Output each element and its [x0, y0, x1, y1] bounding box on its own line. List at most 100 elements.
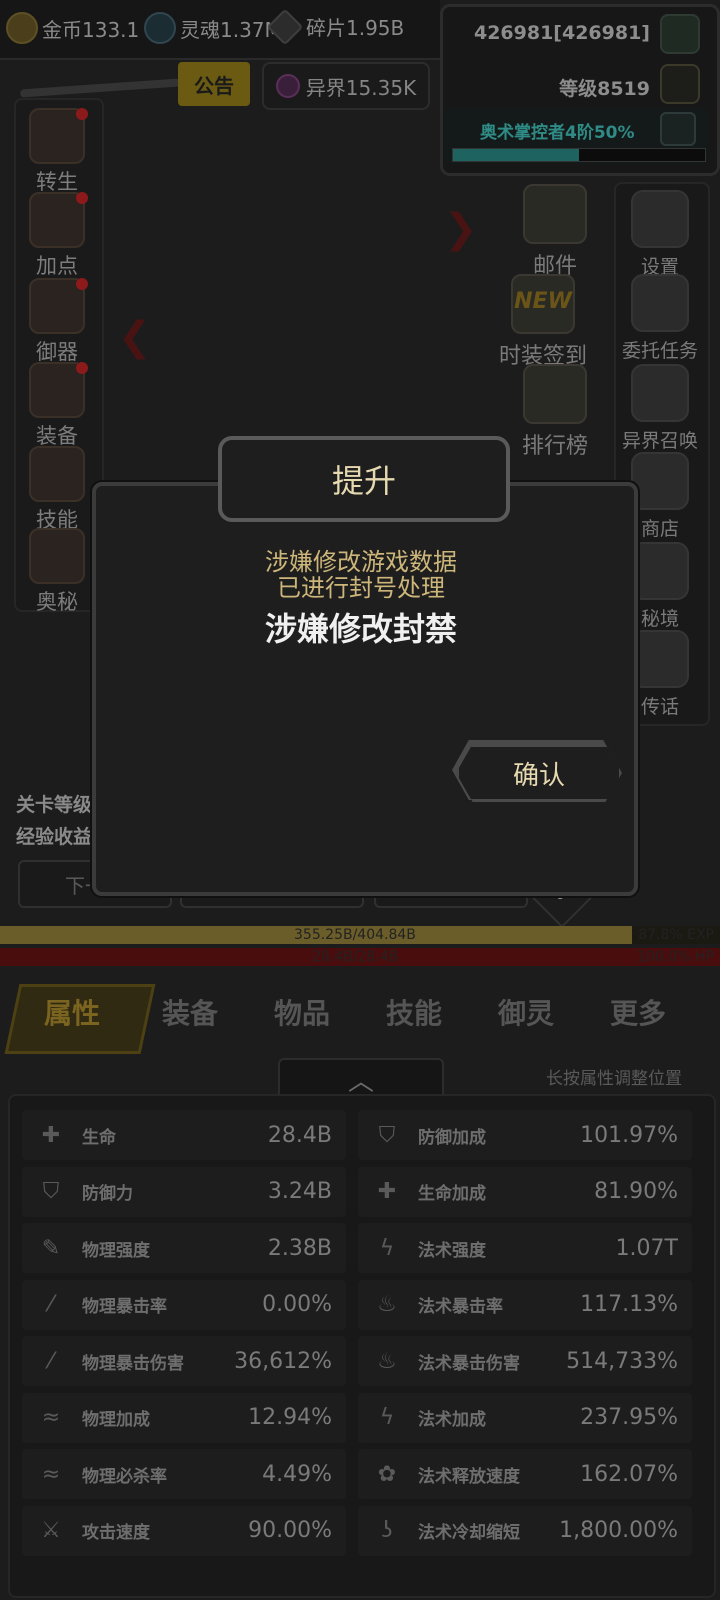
stat-name: 物理强度 — [82, 1240, 150, 1261]
stat-name: 物理必杀率 — [82, 1466, 167, 1487]
shard-currency: 碎片1.95B — [266, 8, 405, 45]
stat-name: 防御力 — [82, 1184, 133, 1204]
reorder-hint: 长按属性调整位置 — [546, 1069, 682, 1089]
sword-icon: ⚔ — [41, 1518, 61, 1543]
power-value: 426981[426981] — [473, 22, 650, 44]
mid-menu-item[interactable]: 排行榜 — [500, 364, 610, 460]
left-menu-item[interactable]: 装备 — [12, 362, 102, 450]
flame-icon: ♨ — [377, 1348, 397, 1374]
otherworld-currency[interactable]: 异界15.35K — [262, 62, 430, 110]
tab-3[interactable]: 技能 — [386, 992, 442, 1032]
stat-name: 生命加成 — [418, 1184, 486, 1204]
bag-icon — [631, 452, 689, 510]
tab-5[interactable]: 更多 — [610, 992, 666, 1032]
quest-icon — [631, 274, 689, 332]
left-menu-item[interactable]: 转生 — [12, 108, 102, 196]
mastery-label: 奥术掌控者4阶50% — [480, 123, 635, 143]
shard-value: 碎片1.95B — [306, 16, 405, 40]
exp-gain-label: 经验收益 — [16, 826, 93, 848]
stat-value: 36,612% — [234, 1348, 332, 1374]
right-menu-item[interactable]: 委托任务 — [612, 274, 708, 363]
crown-icon[interactable] — [660, 64, 700, 104]
otherworld-icon — [275, 74, 300, 98]
stat-row[interactable]: ♨ 法术暴击伤害 514,733% — [358, 1336, 692, 1386]
stat-row[interactable]: ⛉ 防御力 3.24B — [22, 1166, 346, 1217]
stat-row[interactable]: ⚔ 攻击速度 90.00% — [22, 1505, 346, 1556]
mastery-progress-bar — [452, 148, 706, 162]
trophy-icon — [523, 364, 587, 424]
left-menu-item[interactable]: 技能 — [12, 446, 102, 534]
stat-row[interactable]: ✚ 生命 28.4B — [22, 1110, 346, 1160]
stat-name: 法术暴击率 — [418, 1297, 503, 1317]
shield-icon: ⛉ — [42, 1179, 60, 1204]
stat-name: 物理暴击伤害 — [82, 1353, 184, 1374]
stat-row[interactable]: ✚ 生命加成 81.90% — [358, 1166, 692, 1217]
stat-row[interactable]: ⛉ 防御加成 101.97% — [358, 1110, 692, 1160]
tab-0[interactable]: 属性 — [44, 992, 100, 1032]
stat-name: 物理加成 — [82, 1410, 150, 1430]
stat-value: 162.07% — [580, 1461, 678, 1487]
tab-1[interactable]: 装备 — [162, 992, 218, 1032]
page-left-arrow[interactable]: ❮ — [118, 314, 152, 360]
horn-icon — [631, 630, 689, 688]
right-menu-item[interactable]: 设置 — [612, 190, 708, 279]
stat-row[interactable]: ✎ 物理强度 2.38B — [22, 1223, 346, 1273]
flower-icon: ✿ — [377, 1461, 397, 1487]
gold-coin-icon — [6, 12, 38, 44]
stat-value: 514,733% — [566, 1348, 678, 1374]
soul-icon — [144, 12, 176, 44]
claw-icon: ≈ — [41, 1461, 61, 1487]
lightning-icon: ϟ — [379, 1405, 395, 1430]
claw-mark-icon[interactable] — [660, 14, 700, 54]
stat-name: 物理暴击率 — [82, 1297, 167, 1317]
left-menu-item[interactable]: 御器 — [12, 278, 102, 366]
stat-row[interactable]: ϟ 法术加成 237.95% — [358, 1392, 692, 1443]
left-menu-label: 加点 — [36, 254, 78, 278]
stat-row[interactable]: ≈ 物理必杀率 4.49% — [22, 1449, 346, 1499]
left-menu-item[interactable]: 加点 — [12, 192, 102, 280]
dialog-title: 提升 — [218, 436, 510, 522]
gold-value: 金币133.1 — [42, 17, 140, 42]
new-badge-icon: NEW — [511, 274, 575, 334]
stat-value: 12.94% — [248, 1405, 332, 1430]
tab-4[interactable]: 御灵 — [498, 992, 554, 1032]
notification-dot — [76, 362, 88, 374]
mid-menu-item[interactable]: 邮件 — [500, 184, 610, 280]
notice-button[interactable]: 公告 — [178, 62, 250, 106]
stat-row[interactable]: ⁄ 物理暴击率 0.00% — [22, 1279, 346, 1330]
notification-dot — [76, 278, 88, 290]
stat-row[interactable]: ✿ 法术释放速度 162.07% — [358, 1449, 692, 1499]
right-menu-label: 委托任务 — [621, 340, 698, 362]
mid-menu-item[interactable]: NEW 时装签到 — [488, 274, 598, 370]
right-menu-item[interactable]: 异界召唤 — [612, 364, 708, 453]
confirm-button[interactable]: 确认 — [456, 744, 622, 802]
stat-name: 法术冷却缩短 — [418, 1523, 520, 1543]
slash-icon: ⁄ — [49, 1348, 53, 1374]
hp-percent: 100.0% HP — [637, 949, 714, 965]
stat-name: 防御加成 — [418, 1127, 486, 1148]
page-right-arrow[interactable]: ❯ — [444, 206, 478, 252]
stat-value: 1.07T — [615, 1235, 678, 1261]
stat-row[interactable]: ≈ 物理加成 12.94% — [22, 1392, 346, 1443]
slash-icon: ⁄ — [49, 1292, 53, 1317]
stage-level-label: 关卡等级 — [16, 794, 93, 816]
stat-value: 3.24B — [267, 1179, 332, 1204]
gear-icon — [631, 190, 689, 248]
stat-name: 法术暴击伤害 — [418, 1353, 520, 1374]
tab-2[interactable]: 物品 — [274, 992, 330, 1032]
stat-value: 4.49% — [262, 1461, 332, 1487]
vortex-icon — [29, 528, 85, 584]
hp-bar: 28.4B/28.4B 100.0% HP — [0, 948, 720, 966]
dialog-headline: 涉嫌修改封禁 — [264, 610, 457, 648]
notification-dot — [76, 108, 88, 120]
stat-row[interactable]: ♨ 法术暴击率 117.13% — [358, 1279, 692, 1330]
shard-icon — [266, 8, 304, 45]
exp-bar: 355.25B/404.84B 87.8% EXP — [0, 926, 720, 944]
stat-name: 法术加成 — [418, 1410, 486, 1430]
rune-icon — [631, 542, 689, 600]
stat-row[interactable]: ʖ 法术冷却缩短 1,800.00% — [358, 1505, 692, 1556]
soul-value: 灵魂1.37M — [180, 17, 282, 42]
stat-row[interactable]: ϟ 法术强度 1.07T — [358, 1223, 692, 1273]
left-menu-item[interactable]: 奥秘 — [12, 528, 102, 616]
stat-row[interactable]: ⁄ 物理暴击伤害 36,612% — [22, 1336, 346, 1386]
